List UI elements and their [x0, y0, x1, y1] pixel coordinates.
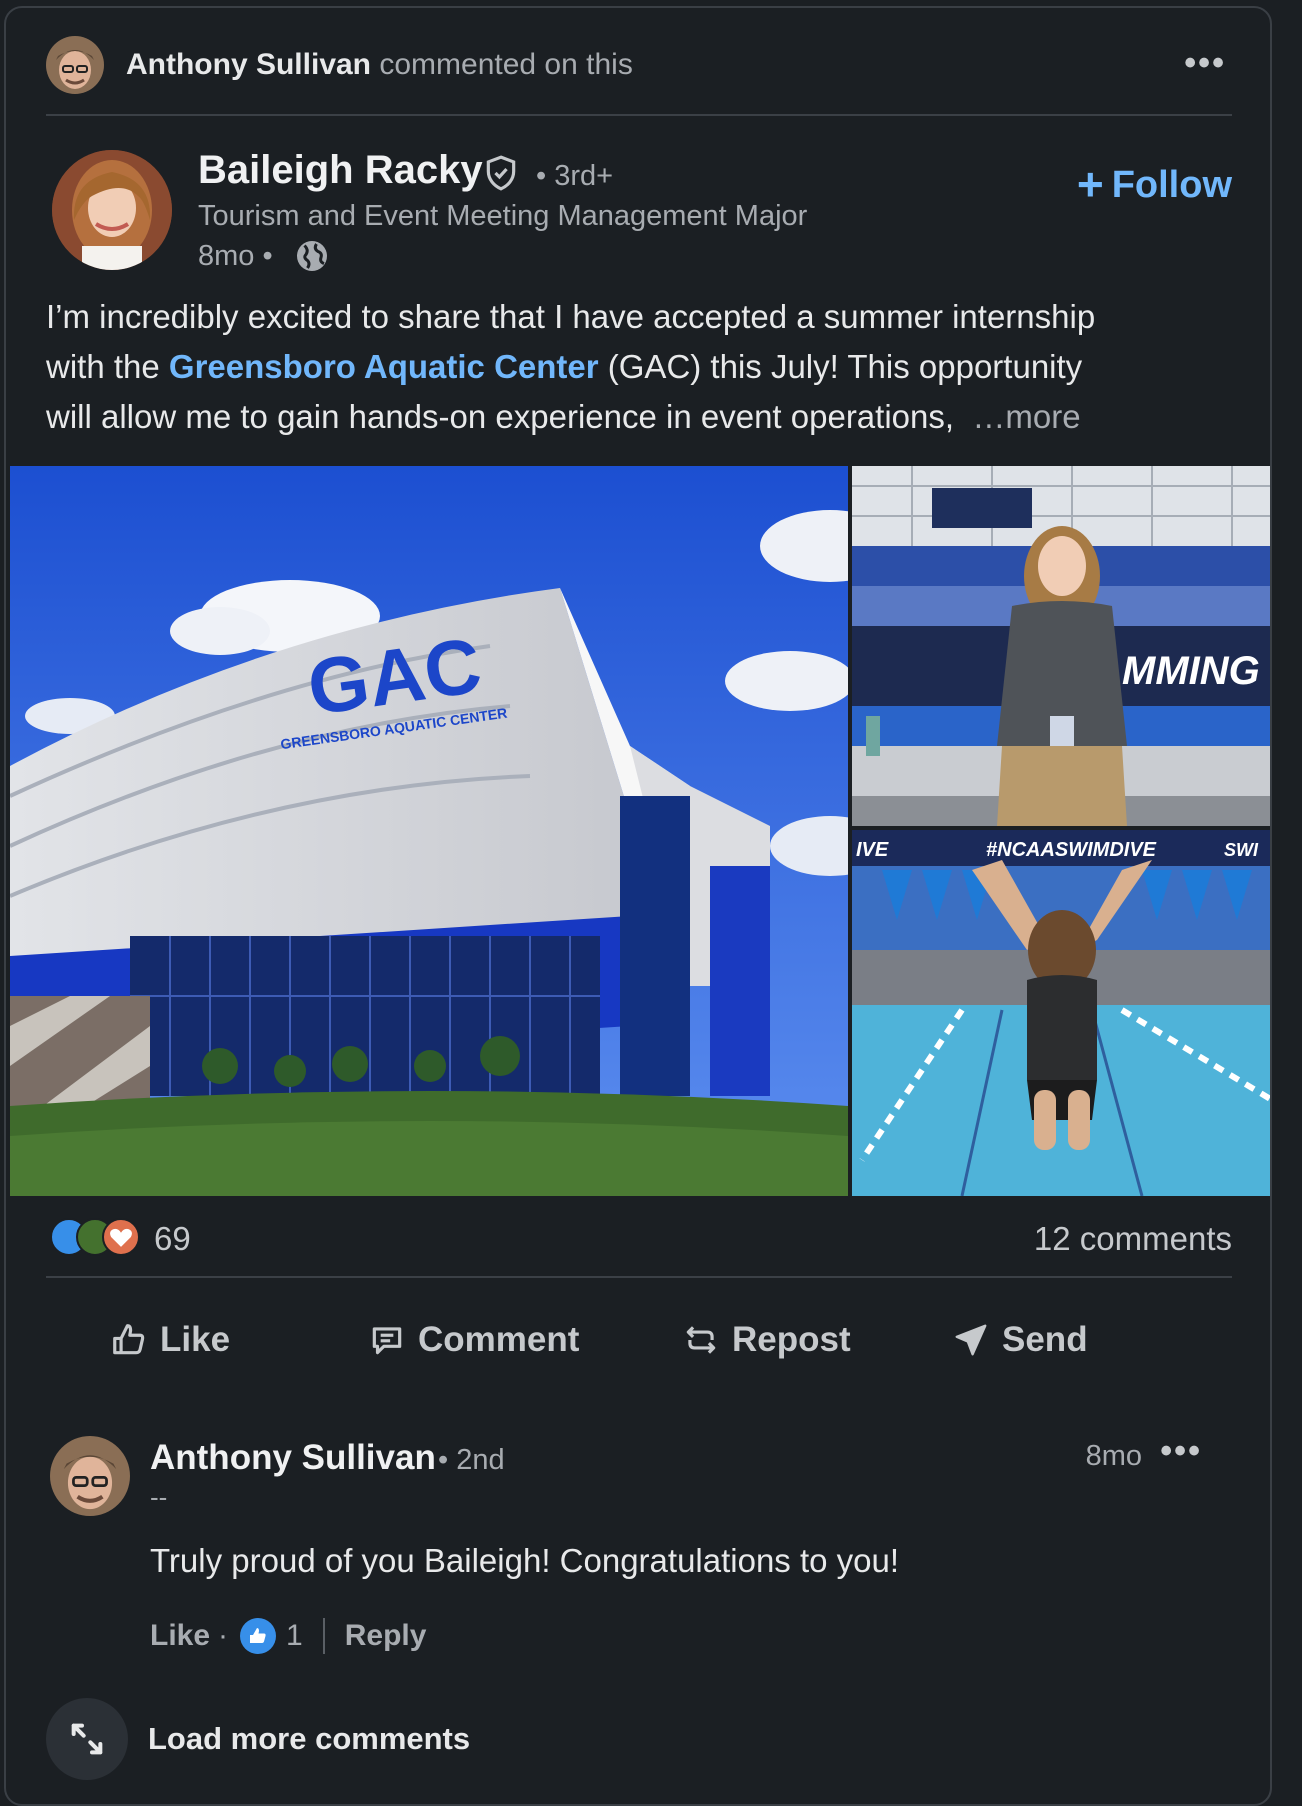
follow-label: Follow: [1111, 164, 1232, 206]
comment-button[interactable]: Comment: [368, 1312, 579, 1368]
feed-post-card: Anthony Sullivan commented on this ••• B…: [4, 6, 1272, 1806]
comment-like-button[interactable]: Like: [150, 1619, 210, 1653]
commenter-avatar[interactable]: [50, 1436, 130, 1516]
post-image-pool-deck[interactable]: MMING &: [852, 466, 1272, 826]
comment-icon: [372, 1327, 402, 1355]
send-button[interactable]: Send: [952, 1312, 1088, 1368]
love-reaction-icon: [102, 1218, 140, 1256]
post-text-fragment: will allow me to gain hands-on experienc…: [46, 398, 955, 435]
post-body: I’m incredibly excited to share that I h…: [46, 292, 1246, 442]
banner-right-text: SWI: [1224, 840, 1259, 860]
commenter-name[interactable]: Anthony Sullivan: [150, 1438, 436, 1478]
author-headline: Tourism and Event Meeting Management Maj…: [198, 200, 808, 232]
reply-button[interactable]: Reply: [345, 1619, 427, 1653]
comment-label: Comment: [418, 1320, 580, 1359]
repost-label: Repost: [732, 1320, 851, 1359]
author-avatar[interactable]: [52, 150, 172, 270]
activity-text: Anthony Sullivan commented on this: [126, 48, 633, 82]
post-text-line: I’m incredibly excited to share that I h…: [46, 298, 1096, 335]
actor-avatar[interactable]: [46, 36, 104, 94]
comment-actions: Like · 1 Reply: [150, 1614, 426, 1658]
comment-count[interactable]: 12 comments: [1034, 1220, 1232, 1258]
globe-icon: [297, 241, 327, 271]
comment-item: Anthony Sullivan • 2nd -- 8mo ••• Truly …: [46, 1428, 1232, 1678]
reaction-count[interactable]: 69: [154, 1220, 191, 1258]
like-label: Like: [160, 1320, 231, 1359]
like-button[interactable]: Like: [110, 1312, 230, 1368]
post-image-building[interactable]: GAC GREENSBORO AQUATIC CENTER: [10, 466, 848, 1196]
company-link[interactable]: Greensboro Aquatic Center: [169, 348, 599, 385]
post-text-line: with the Greensboro Aquatic Center (GAC)…: [46, 342, 1246, 392]
divider: [322, 1618, 325, 1654]
load-more-label: Load more comments: [148, 1721, 471, 1756]
comment-time: 8mo: [1085, 1440, 1142, 1472]
commenter-degree: • 2nd: [438, 1444, 505, 1476]
post-header: Baileigh Racky • 3rd+ Tourism and Event …: [46, 144, 1232, 274]
post-text-fragment: (GAC) this July! This opportunity: [598, 348, 1083, 385]
comment-options-icon[interactable]: •••: [1160, 1434, 1202, 1468]
thumbs-up-icon: [113, 1324, 145, 1355]
activity-header: Anthony Sullivan commented on this •••: [46, 26, 1232, 116]
connection-degree: • 3rd+: [536, 160, 614, 192]
social-counts: 69 12 comments: [46, 1214, 1232, 1278]
plus-icon: +: [1076, 157, 1104, 210]
post-text-line: will allow me to gain hands-on experienc…: [46, 392, 1246, 442]
banner-left-text: IVE: [856, 839, 889, 861]
banner-text: MMING &: [1122, 649, 1272, 693]
more-options-icon[interactable]: •••: [1184, 46, 1226, 80]
comment-like-count: 1: [286, 1619, 303, 1652]
post-text-fragment: with the: [46, 348, 169, 385]
verified-icon: [486, 155, 516, 191]
like-reaction-icon[interactable]: [240, 1618, 277, 1654]
see-more-link[interactable]: …more: [972, 398, 1080, 435]
repost-button[interactable]: Repost: [682, 1312, 851, 1368]
hashtag-banner: #NCAASWIMDIVE: [986, 839, 1157, 861]
follow-button[interactable]: + Follow: [1076, 157, 1232, 210]
post-image-diving[interactable]: IVE #NCAASWIMDIVE SWI: [852, 830, 1270, 1196]
post-action-bar: Like Comment Repost Send: [46, 1298, 1232, 1382]
actor-name[interactable]: Anthony Sullivan: [126, 48, 371, 81]
author-name[interactable]: Baileigh Racky: [198, 148, 483, 193]
comment-text: Truly proud of you Baileigh! Congratulat…: [150, 1542, 900, 1579]
expand-icon: [46, 1698, 128, 1780]
repost-icon: [686, 1326, 716, 1354]
activity-action: commented on this: [379, 48, 633, 81]
separator-dot: ·: [218, 1619, 229, 1652]
load-more-comments-button[interactable]: Load more comments: [46, 1698, 470, 1780]
send-label: Send: [1002, 1320, 1088, 1359]
commenter-headline: --: [150, 1482, 168, 1512]
post-time: 8mo •: [198, 240, 273, 272]
send-icon: [955, 1324, 987, 1356]
